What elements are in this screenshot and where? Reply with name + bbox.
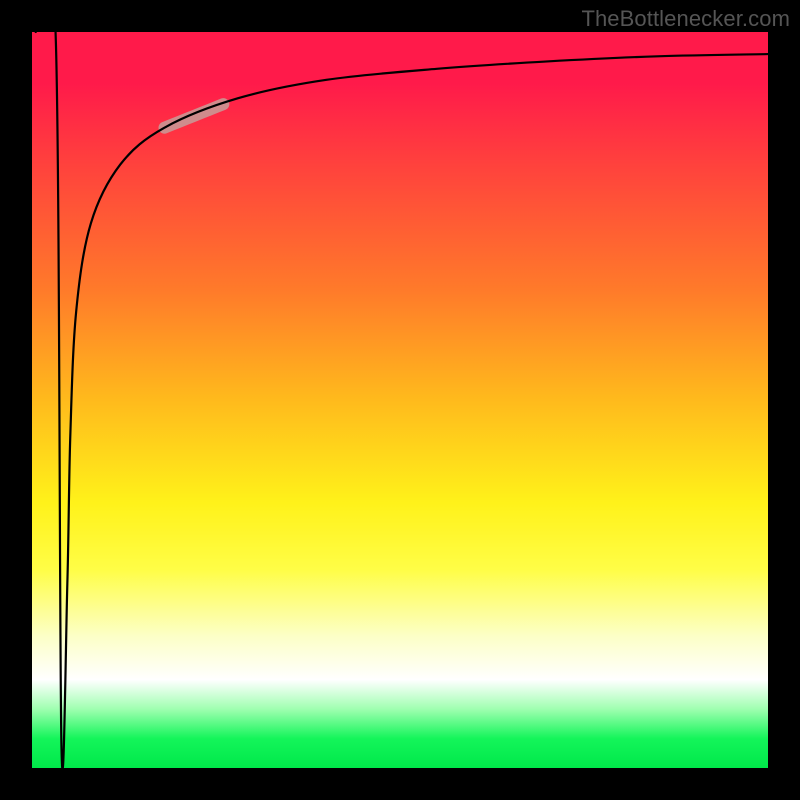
chart-frame: TheBottlenecker.com [0, 0, 800, 800]
chart-plot-area [32, 32, 768, 768]
bottleneck-curve [36, 32, 768, 768]
curve-svg [32, 32, 768, 768]
attribution-text: TheBottlenecker.com [581, 6, 790, 32]
